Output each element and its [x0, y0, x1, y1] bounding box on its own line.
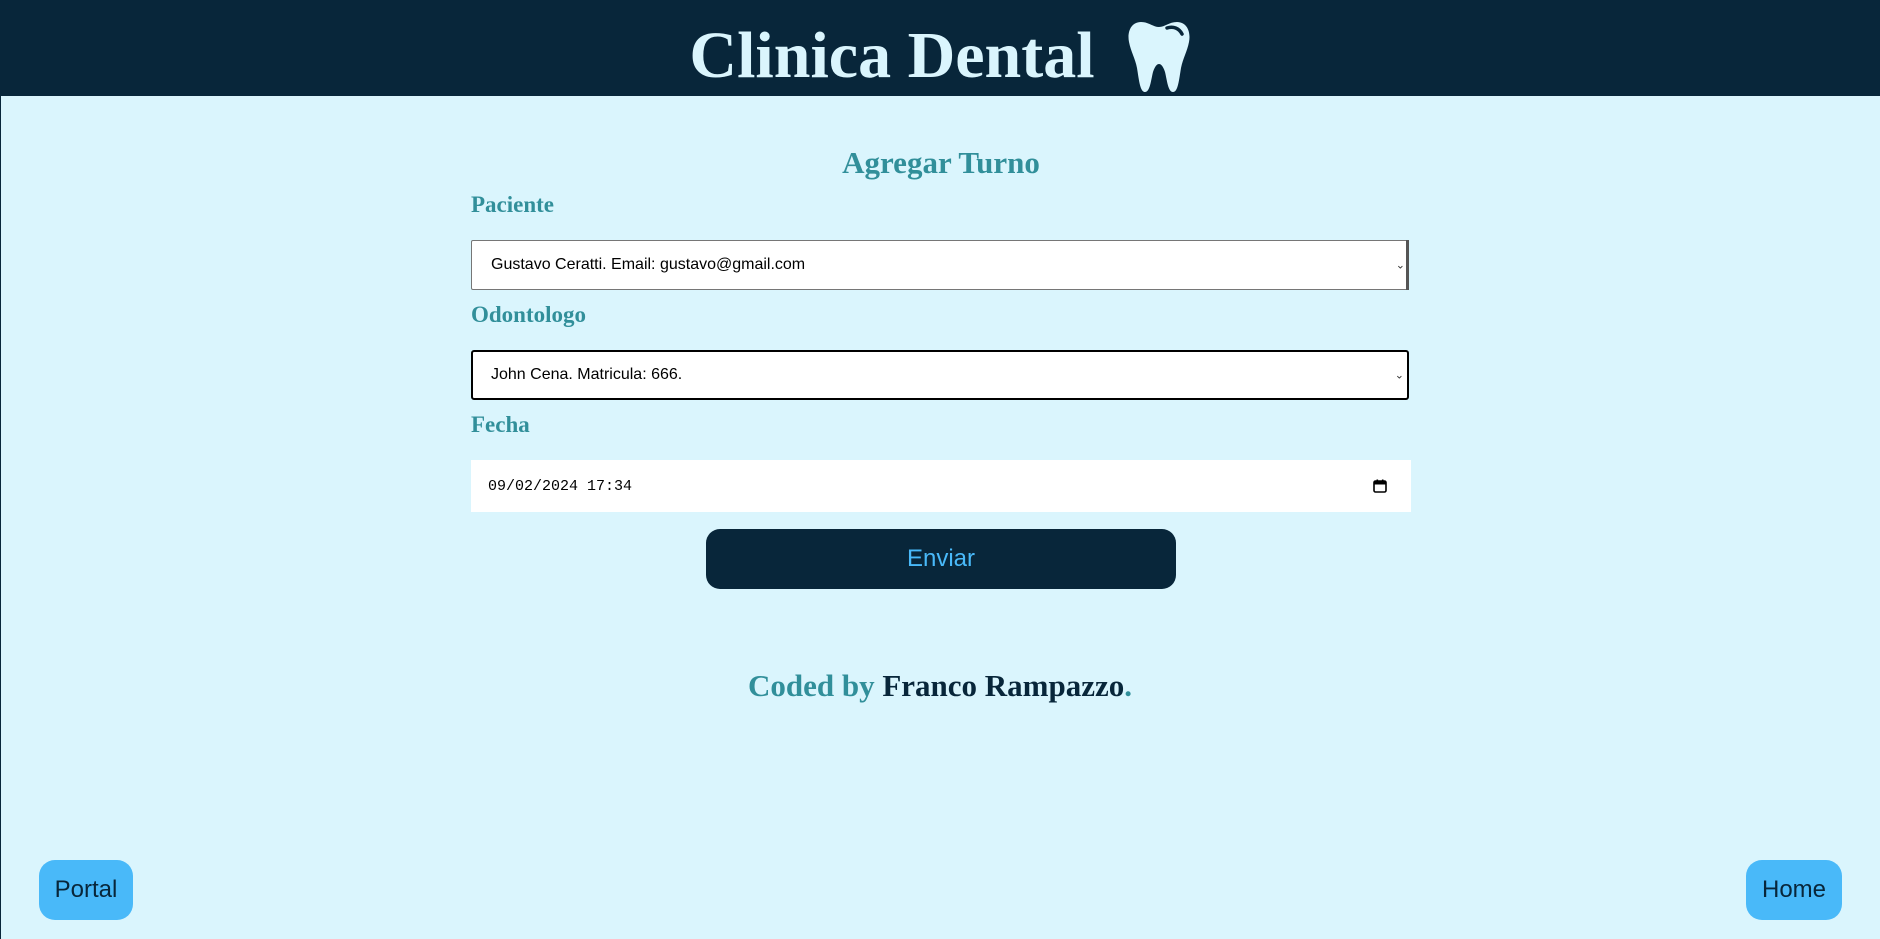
- tooth-icon: [1128, 22, 1190, 92]
- fecha-label: Fecha: [471, 412, 530, 437]
- credit-suffix: .: [1124, 668, 1133, 703]
- odontologo-label: Odontologo: [471, 302, 587, 327]
- add-appointment-form: Agregar Turno Paciente Gustavo Ceratti. …: [471, 140, 1411, 589]
- submit-button[interactable]: Enviar: [706, 529, 1176, 589]
- site-title-wrapper: Clinica Dental: [689, 2, 1190, 94]
- paciente-selected-value: Gustavo Ceratti. Email: gustavo@gmail.co…: [491, 256, 806, 273]
- odontologo-selected-value: John Cena. Matricula: 666.: [491, 366, 683, 383]
- page-edge-divider: [0, 96, 1, 939]
- fecha-value: 09/02/2024 17:34: [488, 477, 633, 495]
- site-title: Clinica Dental: [689, 19, 1095, 92]
- odontologo-select[interactable]: John Cena. Matricula: 666. ⌄: [471, 350, 1409, 400]
- credit-author: Franco Rampazzo: [882, 668, 1125, 703]
- paciente-label: Paciente: [471, 192, 555, 217]
- portal-button[interactable]: Portal: [39, 860, 133, 920]
- site-header: Clinica Dental: [0, 0, 1880, 96]
- footer-credit: Coded by Franco Rampazzo.: [0, 668, 1880, 704]
- paciente-select[interactable]: Gustavo Ceratti. Email: gustavo@gmail.co…: [471, 240, 1409, 290]
- form-title: Agregar Turno: [842, 145, 1040, 180]
- home-button[interactable]: Home: [1746, 860, 1842, 920]
- credit-prefix: Coded by: [747, 668, 875, 703]
- select-edge: [1406, 240, 1409, 290]
- calendar-icon[interactable]: [1373, 479, 1387, 493]
- chevron-down-icon: ⌄: [1395, 259, 1405, 272]
- fecha-datetime-input[interactable]: 09/02/2024 17:34: [471, 460, 1411, 512]
- chevron-down-icon: ⌄: [1394, 369, 1404, 382]
